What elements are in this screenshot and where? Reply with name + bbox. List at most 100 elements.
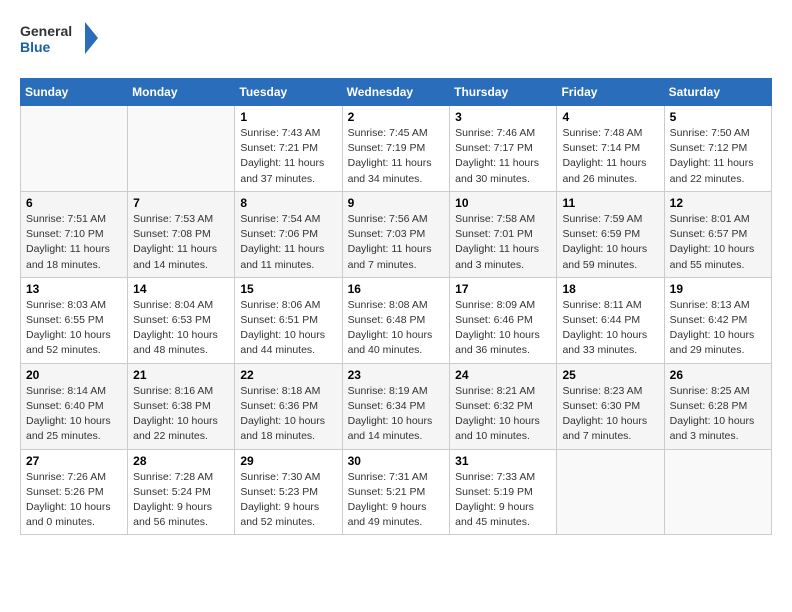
calendar-header-row: SundayMondayTuesdayWednesdayThursdayFrid… — [21, 79, 772, 106]
day-detail: Sunrise: 7:43 AM Sunset: 7:21 PM Dayligh… — [240, 127, 324, 185]
day-number: 19 — [670, 282, 766, 296]
day-detail: Sunrise: 8:14 AM Sunset: 6:40 PM Dayligh… — [26, 385, 111, 443]
day-number: 30 — [348, 454, 445, 468]
day-number: 10 — [455, 196, 551, 210]
calendar-cell: 29 Sunrise: 7:30 AM Sunset: 5:23 PM Dayli… — [235, 449, 342, 535]
column-header-saturday: Saturday — [664, 79, 771, 106]
day-number: 20 — [26, 368, 122, 382]
day-detail: Sunrise: 8:18 AM Sunset: 6:36 PM Dayligh… — [240, 385, 325, 443]
day-number: 9 — [348, 196, 445, 210]
day-number: 22 — [240, 368, 336, 382]
calendar-week-1: 1 Sunrise: 7:43 AM Sunset: 7:21 PM Daylig… — [21, 106, 772, 192]
calendar-cell: 11 Sunrise: 7:59 AM Sunset: 6:59 PM Dayli… — [557, 191, 664, 277]
day-number: 7 — [133, 196, 229, 210]
day-number: 18 — [562, 282, 658, 296]
calendar-cell: 2Sunrise: 7:45 AM Sunset: 7:19 PM Daylig… — [342, 106, 450, 192]
page-header: General Blue — [20, 20, 772, 62]
column-header-friday: Friday — [557, 79, 664, 106]
day-number: 31 — [455, 454, 551, 468]
day-number: 17 — [455, 282, 551, 296]
calendar-cell: 24Sunrise: 8:21 AM Sunset: 6:32 PM Dayli… — [450, 363, 557, 449]
day-number: 24 — [455, 368, 551, 382]
calendar-cell: 19 Sunrise: 8:13 AM Sunset: 6:42 PM Dayli… — [664, 277, 771, 363]
calendar-cell: 28Sunrise: 7:28 AM Sunset: 5:24 PM Dayli… — [128, 449, 235, 535]
day-number: 21 — [133, 368, 229, 382]
day-detail: Sunrise: 8:23 AM Sunset: 6:30 PM Dayligh… — [562, 385, 647, 443]
day-detail: Sunrise: 8:19 AM Sunset: 6:34 PM Dayligh… — [348, 385, 433, 443]
column-header-wednesday: Wednesday — [342, 79, 450, 106]
day-detail: Sunrise: 7:51 AM Sunset: 7:10 PM Dayligh… — [26, 213, 110, 271]
logo: General Blue — [20, 20, 100, 62]
calendar-cell — [557, 449, 664, 535]
calendar-cell: 26 Sunrise: 8:25 AM Sunset: 6:28 PM Dayli… — [664, 363, 771, 449]
calendar-cell: 16 Sunrise: 8:08 AM Sunset: 6:48 PM Dayli… — [342, 277, 450, 363]
logo-svg: General Blue — [20, 20, 100, 62]
column-header-sunday: Sunday — [21, 79, 128, 106]
day-number: 26 — [670, 368, 766, 382]
day-detail: Sunrise: 7:31 AM Sunset: 5:21 PM Dayligh… — [348, 471, 428, 529]
day-detail: Sunrise: 8:25 AM Sunset: 6:28 PM Dayligh… — [670, 385, 755, 443]
day-number: 15 — [240, 282, 336, 296]
day-detail: Sunrise: 7:56 AM Sunset: 7:03 PM Dayligh… — [348, 213, 432, 271]
calendar-cell: 14 Sunrise: 8:04 AM Sunset: 6:53 PM Dayli… — [128, 277, 235, 363]
calendar-week-4: 20 Sunrise: 8:14 AM Sunset: 6:40 PM Dayli… — [21, 363, 772, 449]
column-header-thursday: Thursday — [450, 79, 557, 106]
calendar-cell: 18Sunrise: 8:11 AM Sunset: 6:44 PM Dayli… — [557, 277, 664, 363]
calendar-cell: 6 Sunrise: 7:51 AM Sunset: 7:10 PM Daylig… — [21, 191, 128, 277]
day-detail: Sunrise: 7:54 AM Sunset: 7:06 PM Dayligh… — [240, 213, 324, 271]
calendar-cell: 3Sunrise: 7:46 AM Sunset: 7:17 PM Daylig… — [450, 106, 557, 192]
day-number: 12 — [670, 196, 766, 210]
day-number: 8 — [240, 196, 336, 210]
day-detail: Sunrise: 8:16 AM Sunset: 6:38 PM Dayligh… — [133, 385, 218, 443]
calendar-week-5: 27 Sunrise: 7:26 AM Sunset: 5:26 PM Dayli… — [21, 449, 772, 535]
day-detail: Sunrise: 7:53 AM Sunset: 7:08 PM Dayligh… — [133, 213, 217, 271]
day-number: 14 — [133, 282, 229, 296]
column-header-tuesday: Tuesday — [235, 79, 342, 106]
day-number: 6 — [26, 196, 122, 210]
calendar-cell: 31 Sunrise: 7:33 AM Sunset: 5:19 PM Dayli… — [450, 449, 557, 535]
calendar-cell: 20 Sunrise: 8:14 AM Sunset: 6:40 PM Dayli… — [21, 363, 128, 449]
calendar-cell: 22 Sunrise: 8:18 AM Sunset: 6:36 PM Dayli… — [235, 363, 342, 449]
calendar-cell: 27 Sunrise: 7:26 AM Sunset: 5:26 PM Dayli… — [21, 449, 128, 535]
calendar-cell: 17Sunrise: 8:09 AM Sunset: 6:46 PM Dayli… — [450, 277, 557, 363]
calendar-cell — [664, 449, 771, 535]
svg-text:General: General — [20, 23, 72, 39]
day-detail: Sunrise: 7:46 AM Sunset: 7:17 PM Dayligh… — [455, 127, 539, 185]
day-detail: Sunrise: 7:50 AM Sunset: 7:12 PM Dayligh… — [670, 127, 754, 185]
calendar-cell: 7 Sunrise: 7:53 AM Sunset: 7:08 PM Daylig… — [128, 191, 235, 277]
calendar-cell: 8 Sunrise: 7:54 AM Sunset: 7:06 PM Daylig… — [235, 191, 342, 277]
day-number: 23 — [348, 368, 445, 382]
day-detail: Sunrise: 8:13 AM Sunset: 6:42 PM Dayligh… — [670, 299, 755, 357]
calendar-cell: 12 Sunrise: 8:01 AM Sunset: 6:57 PM Dayli… — [664, 191, 771, 277]
day-number: 4 — [562, 110, 658, 124]
calendar-table: SundayMondayTuesdayWednesdayThursdayFrid… — [20, 78, 772, 535]
day-detail: Sunrise: 8:06 AM Sunset: 6:51 PM Dayligh… — [240, 299, 325, 357]
day-detail: Sunrise: 8:08 AM Sunset: 6:48 PM Dayligh… — [348, 299, 433, 357]
day-detail: Sunrise: 7:28 AM Sunset: 5:24 PM Dayligh… — [133, 471, 213, 529]
calendar-cell — [128, 106, 235, 192]
day-detail: Sunrise: 8:04 AM Sunset: 6:53 PM Dayligh… — [133, 299, 218, 357]
day-number: 29 — [240, 454, 336, 468]
day-number: 13 — [26, 282, 122, 296]
day-number: 11 — [562, 196, 658, 210]
day-detail: Sunrise: 8:01 AM Sunset: 6:57 PM Dayligh… — [670, 213, 755, 271]
day-detail: Sunrise: 7:58 AM Sunset: 7:01 PM Dayligh… — [455, 213, 539, 271]
calendar-cell: 5Sunrise: 7:50 AM Sunset: 7:12 PM Daylig… — [664, 106, 771, 192]
day-detail: Sunrise: 7:30 AM Sunset: 5:23 PM Dayligh… — [240, 471, 320, 529]
day-detail: Sunrise: 7:59 AM Sunset: 6:59 PM Dayligh… — [562, 213, 647, 271]
day-detail: Sunrise: 7:26 AM Sunset: 5:26 PM Dayligh… — [26, 471, 111, 529]
calendar-cell: 23 Sunrise: 8:19 AM Sunset: 6:34 PM Dayli… — [342, 363, 450, 449]
day-number: 25 — [562, 368, 658, 382]
day-detail: Sunrise: 7:33 AM Sunset: 5:19 PM Dayligh… — [455, 471, 535, 529]
calendar-cell — [21, 106, 128, 192]
day-number: 27 — [26, 454, 122, 468]
day-detail: Sunrise: 7:48 AM Sunset: 7:14 PM Dayligh… — [562, 127, 646, 185]
calendar-cell: 30 Sunrise: 7:31 AM Sunset: 5:21 PM Dayli… — [342, 449, 450, 535]
day-number: 16 — [348, 282, 445, 296]
day-number: 1 — [240, 110, 336, 124]
day-number: 2 — [348, 110, 445, 124]
calendar-cell: 15 Sunrise: 8:06 AM Sunset: 6:51 PM Dayli… — [235, 277, 342, 363]
calendar-week-3: 13Sunrise: 8:03 AM Sunset: 6:55 PM Dayli… — [21, 277, 772, 363]
calendar-cell: 21 Sunrise: 8:16 AM Sunset: 6:38 PM Dayli… — [128, 363, 235, 449]
calendar-cell: 13Sunrise: 8:03 AM Sunset: 6:55 PM Dayli… — [21, 277, 128, 363]
